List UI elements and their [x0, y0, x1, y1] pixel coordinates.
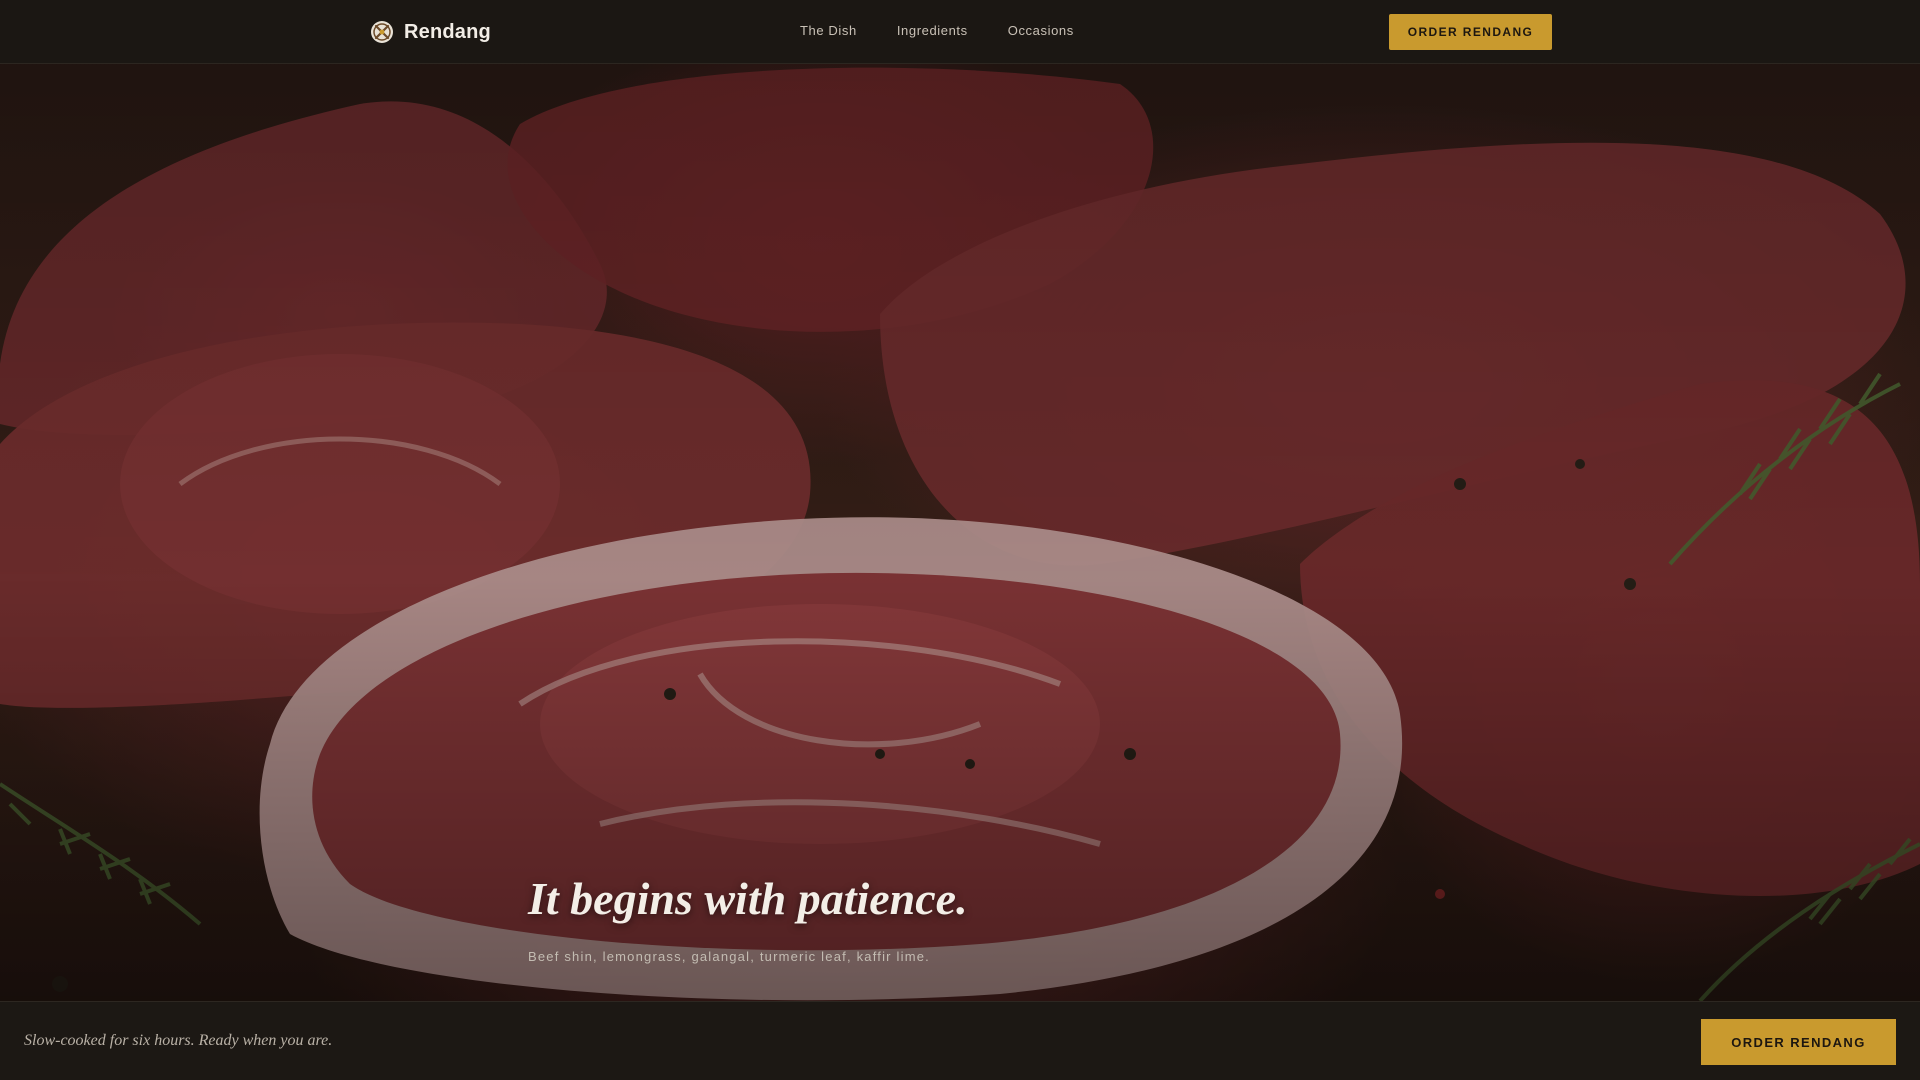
hero-overlay	[0, 64, 1920, 1001]
nav-link-ingredients[interactable]: Ingredients	[897, 23, 968, 38]
brand[interactable]: Rendang	[370, 18, 491, 46]
sticky-order-bar: Slow-cooked for six hours. Ready when yo…	[0, 1001, 1920, 1080]
hero-ingredients-line: Beef shin, lemongrass, galangal, turmeri…	[528, 949, 930, 964]
hero-headline: It begins with patience.	[528, 873, 968, 924]
main-nav: The Dish Ingredients Occasions	[800, 23, 1074, 38]
top-navigation-bar: Rendang The Dish Ingredients Occasions O…	[0, 0, 1920, 64]
nav-link-occasions[interactable]: Occasions	[1008, 23, 1074, 38]
landing-page: Rendang The Dish Ingredients Occasions O…	[0, 0, 1920, 1080]
brand-name: Rendang	[404, 20, 491, 43]
sticky-order-rendang-button[interactable]: ORDER RENDANG	[1701, 1019, 1896, 1065]
order-rendang-button[interactable]: ORDER RENDANG	[1389, 14, 1552, 50]
rendang-logo-icon	[371, 21, 393, 43]
nav-link-the-dish[interactable]: The Dish	[800, 23, 857, 38]
hero-image	[0, 64, 1920, 1001]
sticky-bar-tagline: Slow-cooked for six hours. Ready when yo…	[24, 1032, 333, 1049]
